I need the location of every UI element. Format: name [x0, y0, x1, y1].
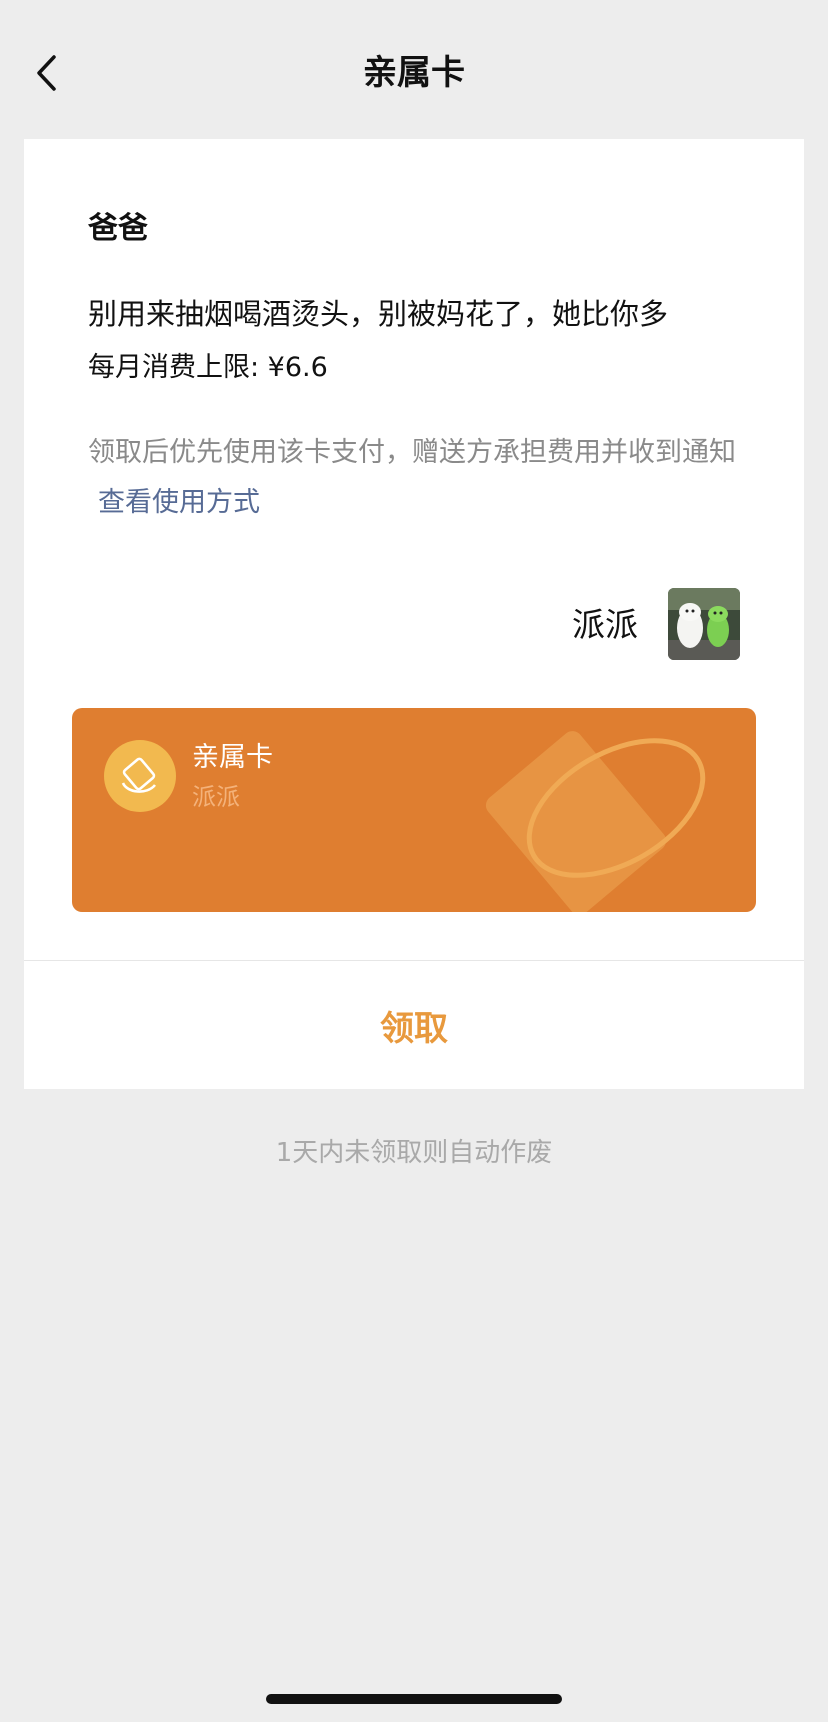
- monthly-limit: 每月消费上限: ¥6.6: [88, 352, 328, 383]
- card-subtitle: 派派: [192, 783, 240, 811]
- view-usage-link[interactable]: 查看使用方式: [98, 487, 260, 518]
- family-card: 亲属卡 派派: [72, 708, 756, 912]
- navigation-bar: 亲属卡: [0, 0, 828, 140]
- usage-note: 领取后优先使用该卡支付，赠送方承担费用并收到通知查看使用方式: [88, 428, 738, 528]
- recipient-name: 爸爸: [88, 211, 148, 246]
- gift-message: 别用来抽烟喝酒烫头，别被妈花了，她比你多: [88, 297, 669, 331]
- card-title: 亲属卡: [192, 742, 273, 773]
- sender-avatar: [668, 588, 740, 660]
- sender-name: 派派: [572, 605, 638, 644]
- card-watermark-icon: [485, 731, 706, 912]
- page-title: 亲属卡: [363, 53, 465, 93]
- expire-tip: 1天内未领取则自动作废: [275, 1138, 553, 1168]
- family-card-logo-icon: [104, 740, 176, 812]
- usage-note-text: 领取后优先使用该卡支付，赠送方承担费用并收到通知: [88, 437, 736, 468]
- claim-button[interactable]: 领取: [24, 961, 804, 1089]
- gift-panel: 爸爸 别用来抽烟喝酒烫头，别被妈花了，她比你多 每月消费上限: ¥6.6 领取后…: [24, 139, 804, 1089]
- home-indicator[interactable]: [266, 1694, 562, 1704]
